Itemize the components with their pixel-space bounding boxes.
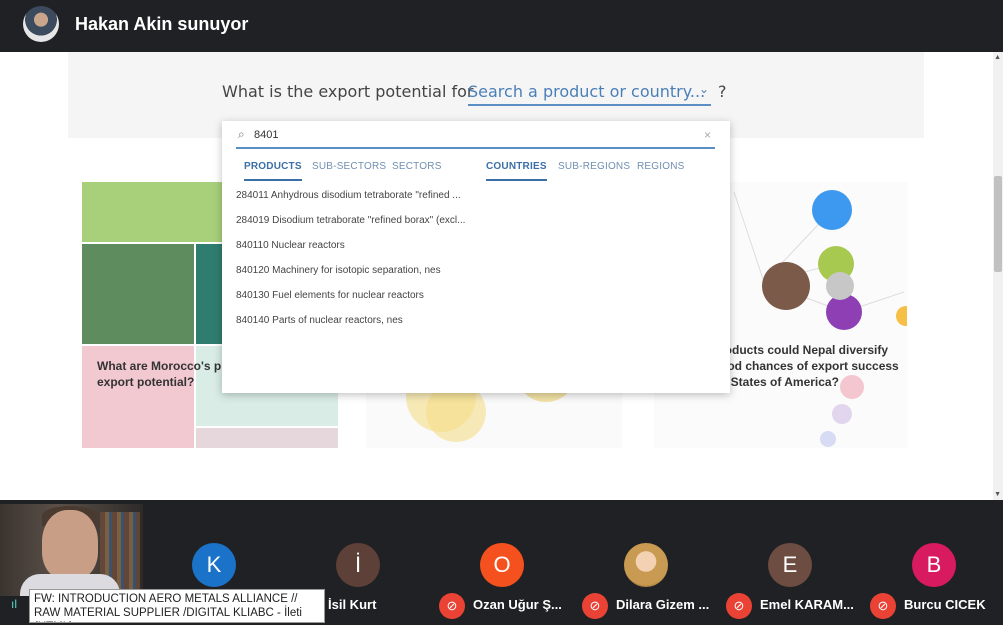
participant-avatar[interactable]: O <box>480 543 524 587</box>
network-node <box>812 190 852 230</box>
participant-avatar[interactable]: B <box>912 543 956 587</box>
participant-avatar[interactable]: İ <box>336 543 380 587</box>
search-value: 8401 <box>254 129 279 141</box>
presenter-bar: Hakan Akin sunuyor <box>0 0 1003 52</box>
network-node <box>832 404 852 424</box>
participant-name: Emel KARAM... <box>760 597 854 612</box>
participant-name: Burcu CICEK <box>904 597 986 612</box>
result-item[interactable]: 284019 Disodium tetraborate "refined bor… <box>236 215 472 240</box>
scroll-up-icon[interactable]: ▲ <box>994 54 1001 61</box>
participant-avatar[interactable]: K <box>192 543 236 587</box>
participant-name: İsil Kurt <box>328 597 377 612</box>
participant-name: Ozan Uğur Ş... <box>473 597 562 612</box>
tab-sub-regions[interactable]: SUB-REGIONS <box>558 161 630 172</box>
result-item[interactable]: 284011 Anhydrous disodium tetraborate "r… <box>236 190 472 215</box>
product-country-select[interactable]: Search a product or country... ⌄ <box>468 82 711 106</box>
tab-regions[interactable]: REGIONS <box>637 161 685 172</box>
network-node <box>820 431 836 447</box>
close-icon[interactable]: × <box>704 128 711 142</box>
presenter-avatar <box>23 6 59 42</box>
tab-sub-sectors[interactable]: SUB-SECTORS <box>312 161 386 172</box>
nepal-card-text: roducts could Nepal diversify ood chance… <box>720 343 899 389</box>
search-dropdown: ⌕ 8401 × PRODUCTS SUB-SECTORS SECTORS CO… <box>222 121 730 393</box>
mic-off-icon: ⊘ <box>439 593 465 619</box>
chevron-down-icon: ⌄ <box>698 82 709 96</box>
scroll-down-icon[interactable]: ▼ <box>994 491 1001 498</box>
audio-level-icon: ıl <box>11 597 17 611</box>
network-node <box>762 262 810 310</box>
result-item[interactable]: 840110 Nuclear reactors <box>236 240 472 265</box>
mic-off-icon: ⊘ <box>870 593 896 619</box>
network-node <box>826 272 854 300</box>
question-prefix: What is the export potential for <box>222 82 474 101</box>
search-icon: ⌕ <box>238 127 245 141</box>
page-scrollbar[interactable]: ▲ ▼ <box>993 52 1003 500</box>
window-tooltip: FW: INTRODUCTION AERO METALS ALLIANCE //… <box>29 589 325 623</box>
scroll-thumb[interactable] <box>994 176 1002 272</box>
tab-products[interactable]: PRODUCTS <box>244 161 302 181</box>
video-person-face <box>42 510 98 580</box>
treemap-tile <box>196 428 338 448</box>
participant-name: Dilara Gizem ... <box>616 597 710 612</box>
select-placeholder: Search a product or country... <box>468 82 706 101</box>
mic-off-icon: ⊘ <box>582 593 608 619</box>
participant-avatar[interactable]: E <box>768 543 812 587</box>
self-video-tile[interactable] <box>0 504 143 596</box>
result-item[interactable]: 840120 Machinery for isotopic separation… <box>236 265 472 290</box>
tab-countries[interactable]: COUNTRIES <box>486 161 547 181</box>
tab-sectors[interactable]: SECTORS <box>392 161 442 172</box>
participant-photo[interactable] <box>624 543 668 587</box>
presenter-title: Hakan Akin sunuyor <box>75 14 249 34</box>
shared-screen: What is the export potential for Search … <box>0 52 1003 500</box>
result-item[interactable]: 840130 Fuel elements for nuclear reactor… <box>236 290 472 315</box>
mic-off-icon: ⊘ <box>726 593 752 619</box>
search-input[interactable]: ⌕ 8401 × <box>236 125 715 149</box>
network-node <box>896 306 907 326</box>
treemap-tile <box>82 244 194 344</box>
question-suffix: ? <box>718 82 727 101</box>
result-item[interactable]: 840140 Parts of nuclear reactors, nes <box>236 315 472 340</box>
result-list: 284011 Anhydrous disodium tetraborate "r… <box>236 190 476 340</box>
